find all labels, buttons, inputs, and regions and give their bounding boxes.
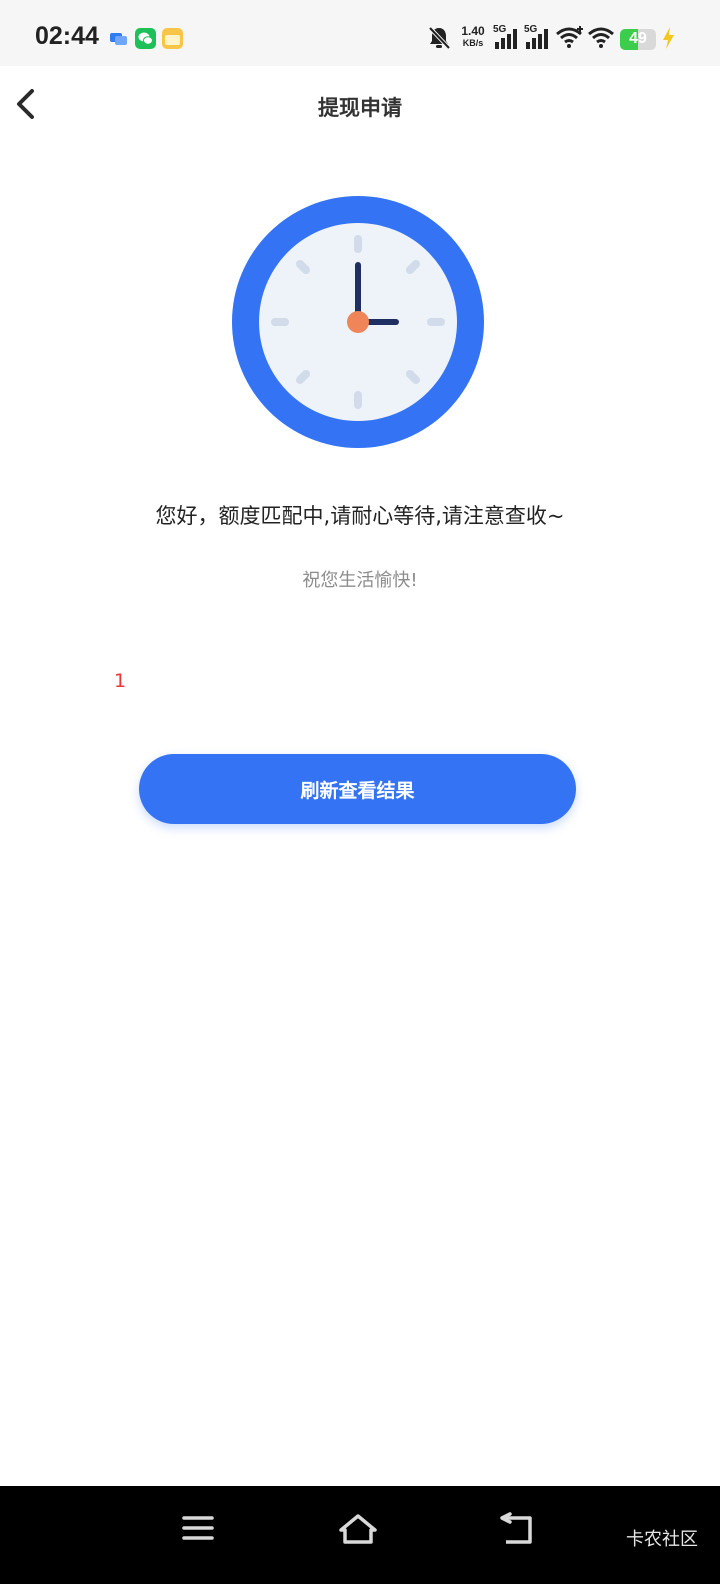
clock-icon [232,196,484,448]
speed-value: 1.40 [461,24,485,38]
battery-level: 49 [629,30,647,47]
watermark-text: 卡农社区 [626,1529,698,1550]
counter-text: 1 [114,670,127,692]
mute-bell-icon [426,24,452,52]
signal-icon: 5G [524,24,552,52]
status-bar: 02:44 1.40 KB/s 5G 5G 49 [0,0,720,66]
page-title: 提现申请 [318,96,402,120]
network-speed: 1.40 KB/s [458,25,488,49]
charging-icon [659,24,679,52]
home-icon[interactable] [333,1508,383,1552]
status-time: 02:44 [35,22,99,50]
notes-app-icon [162,28,183,49]
back-icon[interactable] [492,1508,542,1552]
nav-bar: 提现申请 [0,66,720,146]
wechat-icon [135,28,156,49]
signal-icon: 5G [493,24,521,52]
menu-icon[interactable] [174,1508,224,1552]
wifi-icon [587,24,617,52]
battery-icon: 49 [620,29,656,50]
status-message: 您好，额度匹配中,请耐心等待,请注意查收~ [155,504,565,528]
refresh-result-button[interactable]: 刷新查看结果 [139,754,576,824]
greeting-subtext: 祝您生活愉快! [302,570,418,591]
wifi-plus-icon [555,24,585,52]
system-nav-bar [0,1486,720,1584]
message-app-icon [108,28,129,49]
speed-unit: KB/s [462,38,484,48]
